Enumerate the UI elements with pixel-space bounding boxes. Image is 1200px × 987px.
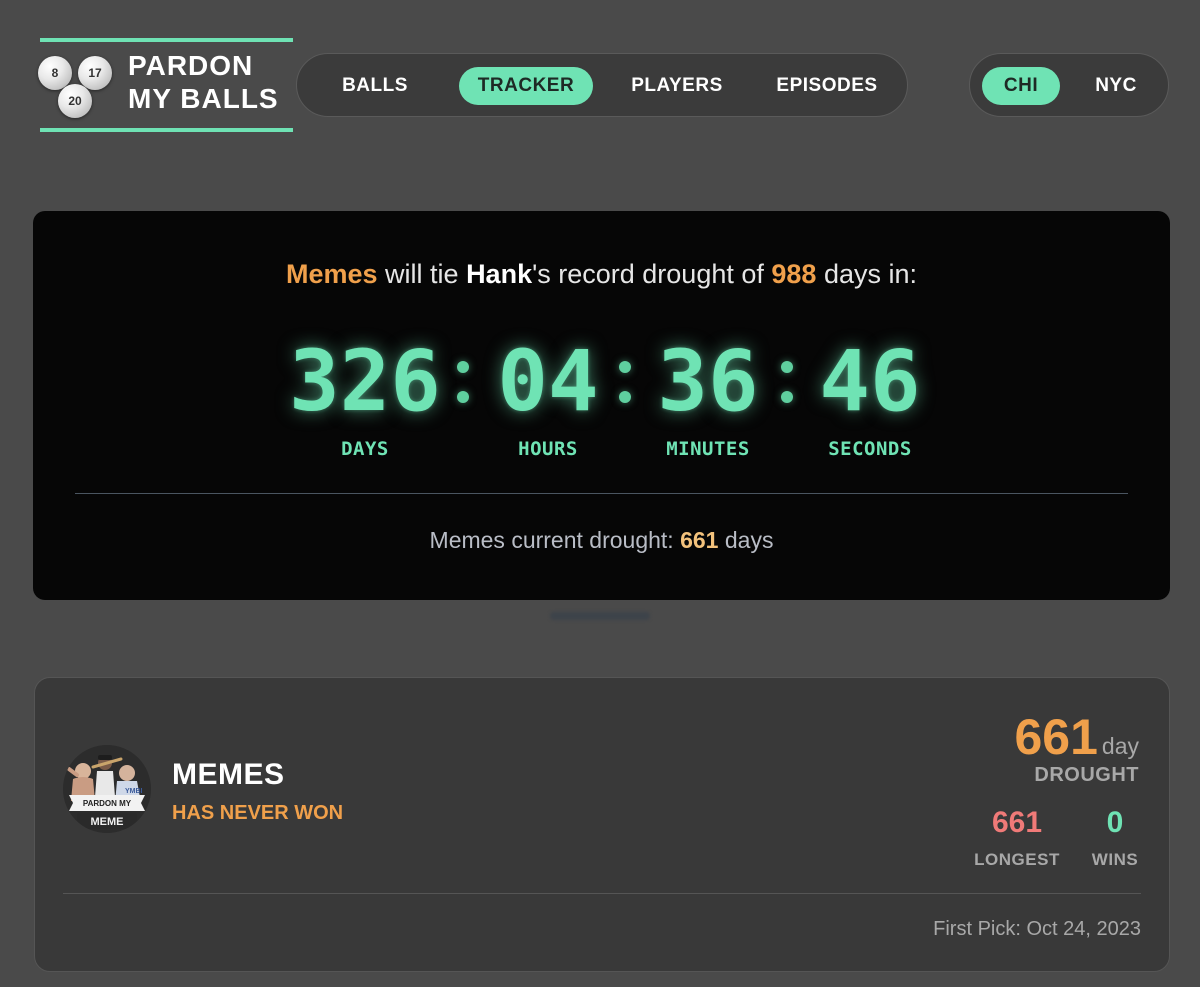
longest-label: LONGEST (974, 850, 1060, 869)
ball-17-icon: 17 (78, 56, 112, 90)
scroll-indicator (550, 612, 650, 620)
avatar-meme-text: MEME (91, 816, 124, 828)
logo-title-line1: PARDON (128, 50, 254, 81)
logo-title: PARDON MY BALLS (128, 49, 298, 115)
player-avatar: YMBI PARDON MY MEME (63, 745, 151, 833)
colon-separator (455, 361, 469, 403)
city-chi[interactable]: CHI (982, 67, 1060, 105)
unit-minutes-label: MINUTES (666, 438, 750, 460)
unit-hours-label: HOURS (518, 438, 578, 460)
drought-label: DROUGHT (1034, 764, 1139, 786)
unit-seconds-label: SECONDS (828, 438, 912, 460)
current-drought-value: 661 (680, 527, 719, 553)
headline-text-record: 's record drought of (532, 259, 764, 289)
countdown-divider (75, 493, 1128, 494)
site-logo[interactable]: 8 17 20 PARDON MY BALLS (38, 38, 293, 132)
headline-record-holder: Hank (466, 259, 533, 289)
longest-value: 661 (991, 806, 1043, 839)
svg-text:YMBI: YMBI (125, 788, 143, 795)
wins-value: 0 (1106, 806, 1124, 839)
current-drought-label: Memes current drought: (429, 527, 674, 553)
player-card[interactable]: YMBI PARDON MY MEME MEMES HAS NEVER WON … (34, 677, 1170, 972)
main-nav: BALLS TRACKER PLAYERS EPISODES (296, 53, 908, 117)
drought-unit: day (1101, 733, 1139, 759)
headline-player: Memes (285, 259, 378, 289)
logo-title-line2: MY BALLS (128, 83, 279, 114)
countdown-seconds: 46 (819, 332, 921, 430)
ball-20-icon: 20 (58, 84, 92, 118)
nav-tracker[interactable]: TRACKER (459, 67, 593, 105)
player-name: MEMES (172, 758, 285, 791)
countdown-minutes: 36 (657, 332, 759, 430)
player-status: HAS NEVER WON (172, 802, 344, 824)
player-divider (63, 893, 1141, 894)
headline-record-days: 988 (771, 259, 817, 289)
colon-separator (617, 361, 631, 403)
current-drought-unit: days (724, 527, 774, 553)
longest-stat: 661 LONGEST (971, 806, 1063, 870)
unit-days-label: DAYS (341, 438, 389, 460)
countdown-card: Memes will tie Hank's record drought of … (33, 211, 1170, 600)
nav-episodes[interactable]: EPISODES (761, 67, 893, 105)
meme-avatar-icon: YMBI PARDON MY MEME (63, 745, 151, 833)
drought-value: 661 (1014, 709, 1098, 765)
city-toggle: CHI NYC (969, 53, 1169, 117)
nav-players[interactable]: PLAYERS (615, 67, 739, 105)
headline-text-will-tie: will tie (385, 259, 459, 289)
colon-separator (779, 361, 793, 403)
avatar-banner-text: PARDON MY (83, 799, 132, 808)
countdown-headline: Memes will tie Hank's record drought of … (33, 259, 1170, 290)
current-drought: Memes current drought: 661 days (33, 527, 1170, 554)
nav-balls[interactable]: BALLS (327, 67, 423, 105)
first-pick-date: First Pick: Oct 24, 2023 (933, 918, 1141, 940)
wins-label: WINS (1091, 850, 1139, 869)
wins-stat: 0 WINS (1087, 806, 1143, 870)
countdown-hours: 04 (497, 332, 599, 430)
city-nyc[interactable]: NYC (1076, 67, 1156, 105)
drought-stat: 661 day (1014, 708, 1139, 766)
countdown-days: 326 (289, 332, 441, 430)
headline-text-days-in: days in: (823, 259, 918, 289)
